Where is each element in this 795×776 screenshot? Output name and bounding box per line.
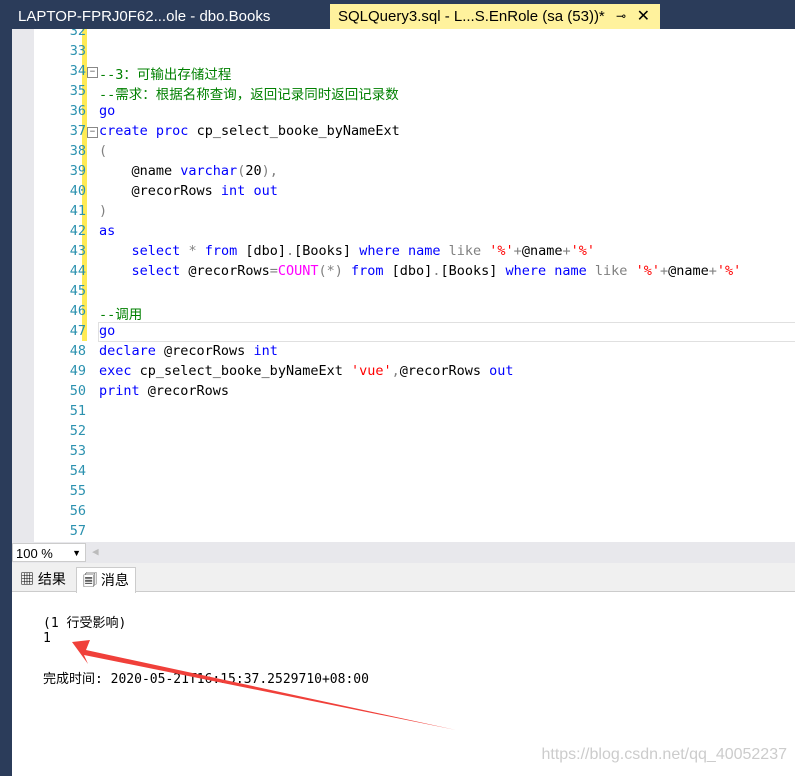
red-arrow-icon bbox=[72, 640, 456, 730]
watermark: https://blog.csdn.net/qq_40052237 bbox=[541, 746, 787, 763]
annotation-arrow bbox=[72, 640, 456, 730]
